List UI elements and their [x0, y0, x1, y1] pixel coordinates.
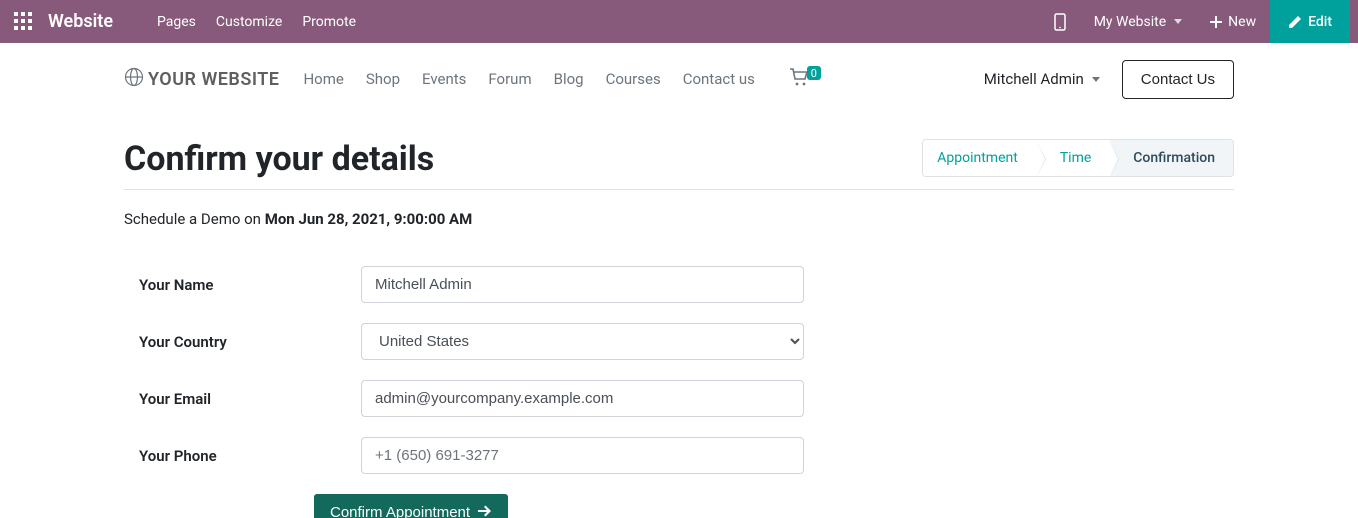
user-menu[interactable]: Mitchell Admin [984, 70, 1100, 88]
mobile-icon [1054, 13, 1066, 31]
schedule-datetime: Mon Jun 28, 2021, 9:00:00 AM [265, 210, 473, 228]
confirm-details-form: Your Name Your Country United States You… [124, 266, 1234, 518]
website-switcher-label: My Website [1094, 14, 1166, 30]
nav-home[interactable]: Home [303, 70, 343, 88]
user-menu-label: Mitchell Admin [984, 70, 1084, 88]
caret-down-icon [1174, 19, 1182, 24]
caret-down-icon [1092, 77, 1100, 82]
arrow-right-icon [478, 504, 492, 518]
site-header: YOUR WEBSITE Home Shop Events Forum Blog… [124, 43, 1234, 115]
new-button-label: New [1228, 14, 1256, 30]
schedule-prefix: Schedule a Demo on [124, 210, 265, 228]
site-logo-text: YOUR WEBSITE [148, 69, 279, 90]
input-name[interactable] [361, 266, 804, 303]
confirm-button-label: Confirm Appointment [330, 504, 470, 518]
cart-link[interactable]: 0 [789, 68, 823, 90]
label-phone: Your Phone [124, 447, 361, 465]
title-divider [124, 189, 1234, 190]
top-menu-promote[interactable]: Promote [292, 14, 366, 30]
confirm-appointment-button[interactable]: Confirm Appointment [314, 494, 508, 518]
new-button[interactable]: New [1196, 0, 1270, 43]
page-title: Confirm your details [124, 139, 434, 179]
page-scroll-area[interactable]: YOUR WEBSITE Home Shop Events Forum Blog… [0, 43, 1358, 518]
label-country: Your Country [124, 333, 361, 351]
pencil-icon [1288, 15, 1302, 29]
top-menu-customize[interactable]: Customize [206, 14, 292, 30]
label-name: Your Name [124, 276, 361, 294]
cart-count-badge: 0 [807, 66, 821, 80]
nav-events[interactable]: Events [422, 70, 466, 88]
edit-button-label: Edit [1308, 14, 1332, 30]
app-brand[interactable]: Website [48, 11, 113, 32]
site-logo[interactable]: YOUR WEBSITE [124, 67, 279, 92]
wizard-progress: Appointment Time Confirmation [922, 139, 1234, 177]
contact-us-button[interactable]: Contact Us [1122, 60, 1234, 99]
website-switcher[interactable]: My Website [1080, 0, 1196, 43]
plus-icon [1210, 16, 1222, 28]
wizard-step-confirmation: Confirmation [1109, 140, 1233, 176]
nav-forum[interactable]: Forum [488, 70, 531, 88]
nav-blog[interactable]: Blog [554, 70, 584, 88]
globe-icon [124, 67, 144, 92]
edit-button[interactable]: Edit [1270, 0, 1350, 43]
input-email[interactable] [361, 380, 804, 417]
wizard-step-time[interactable]: Time [1036, 140, 1109, 176]
cart-icon [789, 68, 809, 90]
nav-courses[interactable]: Courses [606, 70, 661, 88]
select-country[interactable]: United States [361, 323, 804, 360]
nav-shop[interactable]: Shop [366, 70, 400, 88]
mobile-preview-button[interactable] [1040, 0, 1080, 43]
top-menu: Pages Customize Promote [147, 14, 366, 30]
wizard-step-appointment[interactable]: Appointment [923, 140, 1036, 176]
apps-grid-icon[interactable] [14, 12, 34, 32]
site-nav: Home Shop Events Forum Blog Courses Cont… [303, 70, 754, 88]
input-phone[interactable] [361, 437, 804, 474]
top-menu-pages[interactable]: Pages [147, 14, 206, 30]
app-topbar: Website Pages Customize Promote My Websi… [0, 0, 1358, 43]
schedule-summary: Schedule a Demo on Mon Jun 28, 2021, 9:0… [124, 210, 1234, 228]
nav-contact[interactable]: Contact us [683, 70, 755, 88]
label-email: Your Email [124, 390, 361, 408]
